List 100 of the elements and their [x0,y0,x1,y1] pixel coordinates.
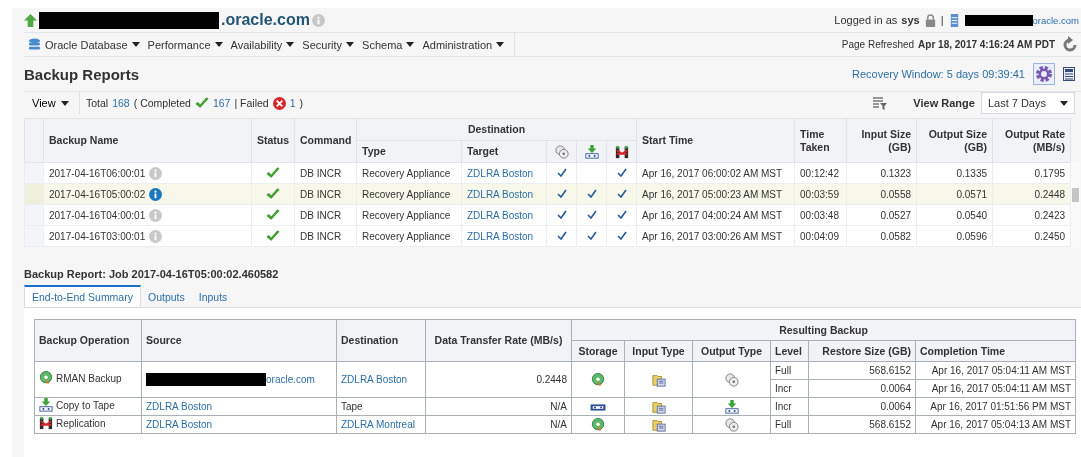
table-cell: 0.1795 [992,162,1071,184]
page-refreshed-time: Apr 18, 2017 4:16:24 AM PDT [918,39,1055,50]
table-cell: Incr [770,379,809,398]
check-icon [556,209,567,219]
table-cell: 0.2423 [992,204,1071,226]
table-cell: Recovery Appliance [356,162,462,184]
storage-disk-icon [591,417,605,432]
table-cell: Incr [770,397,809,416]
view-range-select[interactable]: Last 7 Days [980,92,1075,114]
recovery-window-link[interactable]: Recovery Window: 5 days 09:39:41 [851,68,1025,80]
check-icon [194,96,209,110]
column-header: Output Size (GB) [916,118,993,163]
table-cell: 00:03:48 [794,204,847,226]
tape-icon [584,144,599,159]
database-icon [28,38,41,51]
user-name: sys [901,14,920,26]
column-header: Resulting Backup [571,319,1076,341]
tab[interactable]: Inputs [191,285,235,307]
table-cell: 0.2450 [992,225,1071,247]
caret-icon [60,100,69,106]
menu-button[interactable]: Security [298,34,359,55]
table-settings-icon[interactable] [871,94,890,112]
table-cell: Apr 16, 2017 03:00:26 AM MST [636,225,795,247]
backup-name: 2017-04-16T06:00:01 [49,166,146,180]
check-icon [616,230,627,240]
table-cell: 0.1335 [916,162,993,184]
check-icon [616,209,627,219]
folder-icon [651,417,666,432]
column-header: Output Rate (MB/s) [992,118,1071,163]
caret-icon [286,42,295,47]
host-name: .oracle.com [221,11,310,29]
table-cell: 0.0527 [846,204,917,226]
operation-name: RMAN Backup [56,371,122,385]
check-icon [586,230,597,240]
column-header: Status [251,118,295,163]
storage-disk-icon [591,372,605,387]
check-icon [556,167,567,177]
table-cell: Full [770,415,809,434]
tape-cassette-icon [590,403,606,411]
column-header: Destination [336,319,426,362]
table-cell: 00:04:09 [794,225,847,247]
page-title: Backup Reports [24,65,140,83]
row-selector[interactable] [24,183,44,205]
table-cell: 0.0596 [916,225,993,247]
folder-icon [651,372,666,387]
calculator-icon[interactable] [1063,67,1075,81]
view-range-label: View Range [913,97,975,109]
column-header: Backup Name [43,118,252,163]
scrollbar[interactable] [1071,162,1081,248]
summary-text: Total [86,97,109,109]
table-cell: Apr 16, 2017 06:00:02 AM MST [636,162,795,184]
table-cell: 00:12:42 [794,162,847,184]
page-refreshed-label: Page Refreshed [841,39,915,50]
menu-button[interactable]: Schema [358,34,419,55]
count-link[interactable]: 1 [289,97,296,109]
disk-icon [554,144,569,159]
count-link[interactable]: 168 [112,97,130,109]
menu-button[interactable]: Performance [143,34,227,55]
check-icon [586,209,597,219]
redaction-bar [964,14,1033,26]
menu-button[interactable]: Administration [418,34,509,55]
operation-name: Replication [56,416,106,430]
replication-icon [614,144,629,159]
column-header: Backup Operation [34,319,142,362]
menu-button[interactable]: Availability [226,34,299,55]
caret-icon [346,42,355,47]
caret-icon [496,42,505,47]
caret-icon [131,42,140,47]
column-header: Source [141,319,337,362]
summary-text: | Failed [234,97,269,109]
backup-name: 2017-04-16T05:00:02 [49,187,146,201]
disk-icon [724,372,739,387]
backup-name: 2017-04-16T03:00:01 [49,229,146,243]
table-cell: N/A [425,397,572,416]
table-cell: Apr 16, 2017 05:04:11 AM MST [915,361,1076,380]
row-selector[interactable] [24,204,44,226]
view-menu-button[interactable]: View [24,92,80,114]
table-cell: Apr 16, 2017 01:51:56 PM MST [915,397,1076,416]
tab[interactable]: Outputs [140,285,192,307]
caret-icon [214,42,223,47]
count-link[interactable]: 167 [212,97,231,109]
source-link[interactable]: ZDLRA Boston [146,419,213,430]
tab[interactable]: End-to-End Summary [24,285,141,307]
source-link[interactable]: oracle.com [266,373,315,385]
caret-icon [406,42,415,47]
tape-copy-icon [39,398,53,412]
source-link[interactable]: ZDLRA Boston [146,401,213,412]
error-icon [272,96,286,110]
row-selector[interactable] [24,162,44,184]
folder-icon [651,399,666,414]
summary-text: ) [299,97,304,109]
settings-icon[interactable] [1033,63,1055,85]
table-cell: Full [770,361,809,380]
info-icon[interactable] [149,187,163,201]
menu-button[interactable]: Oracle Database [24,34,144,55]
column-header: Input Size (GB) [846,118,917,163]
host-link[interactable]: oracle.com [1032,14,1079,26]
column-header: Data Transfer Rate (MB/s) [425,319,572,362]
table-cell: 0.0540 [916,204,993,226]
logged-in-label: Logged in as [834,14,898,26]
